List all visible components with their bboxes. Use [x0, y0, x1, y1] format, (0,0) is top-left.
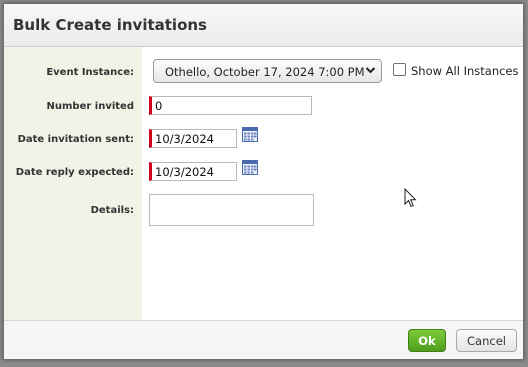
event-instance-select[interactable]: Othello, October 17, 2024 7:00 PM: [153, 59, 382, 83]
show-all-instances-label[interactable]: Show All Instances: [411, 64, 519, 78]
dialog-title: Bulk Create invitations: [13, 16, 207, 34]
ok-button[interactable]: Ok: [408, 329, 446, 352]
show-all-instances-checkbox[interactable]: [393, 63, 406, 76]
labels-column: [4, 47, 142, 320]
date-reply-expected-input[interactable]: 10/3/2024: [149, 162, 237, 181]
date-invitation-sent-input[interactable]: 10/3/2024: [149, 129, 237, 148]
event-instance-label: Event Instance:: [46, 67, 134, 78]
date-invitation-sent-label: Date invitation sent:: [17, 134, 134, 145]
details-input[interactable]: [149, 194, 314, 226]
number-invited-label: Number invited: [46, 101, 134, 112]
calendar-icon[interactable]: [242, 160, 258, 175]
bulk-create-invitations-dialog: Bulk Create invitations Event Instance: …: [3, 3, 524, 360]
mouse-pointer-icon: [404, 187, 417, 212]
cancel-button[interactable]: Cancel: [456, 329, 517, 352]
number-invited-input[interactable]: 0: [149, 96, 312, 115]
details-label: Details:: [90, 205, 134, 216]
date-reply-expected-label: Date reply expected:: [15, 167, 134, 178]
calendar-icon[interactable]: [242, 127, 258, 142]
chevron-down-icon: [365, 63, 376, 81]
dialog-titlebar[interactable]: Bulk Create invitations: [4, 4, 523, 47]
event-instance-value: Othello, October 17, 2024 7:00 PM: [165, 65, 365, 79]
